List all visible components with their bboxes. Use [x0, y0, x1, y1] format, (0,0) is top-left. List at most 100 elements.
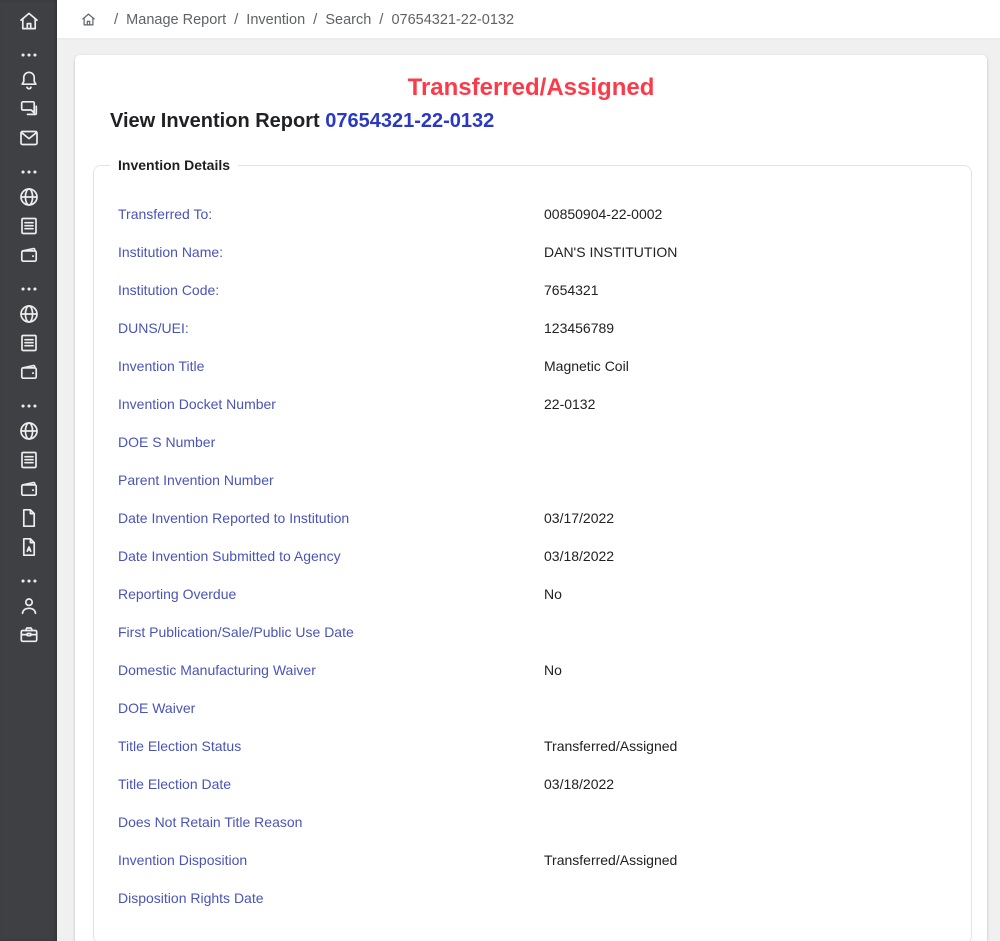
page-title: View Invention Report 07654321-22-0132 [110, 107, 987, 135]
detail-label: Date Invention Submitted to Agency [118, 548, 544, 564]
detail-value: No [544, 586, 971, 602]
detail-label: Invention Docket Number [118, 396, 544, 412]
detail-row: Title Election StatusTransferred/Assigne… [94, 727, 971, 765]
ellipsis-icon[interactable] [0, 571, 57, 591]
breadcrumb-separator: / [234, 11, 238, 28]
detail-label: Transferred To: [118, 206, 544, 222]
globe-icon[interactable] [0, 299, 57, 328]
report-card: Transferred/Assigned View Invention Repo… [75, 55, 987, 941]
sidebar-group [0, 396, 57, 561]
ellipsis-icon[interactable] [0, 162, 57, 182]
detail-label: Parent Invention Number [118, 472, 544, 488]
breadcrumb-separator: / [379, 11, 383, 28]
home-icon[interactable] [80, 11, 97, 28]
detail-row: Does Not Retain Title Reason [94, 803, 971, 841]
sidebar [0, 0, 57, 941]
globe-icon[interactable] [0, 182, 57, 211]
detail-label: Does Not Retain Title Reason [118, 814, 544, 830]
wallet-icon[interactable] [0, 474, 57, 503]
detail-label: Title Election Date [118, 776, 544, 792]
mail-icon[interactable] [0, 123, 57, 152]
document-icon[interactable] [0, 211, 57, 240]
detail-row: DUNS/UEI:123456789 [94, 309, 971, 347]
document-icon[interactable] [0, 445, 57, 474]
detail-value: 7654321 [544, 282, 971, 298]
detail-label: Disposition Rights Date [118, 890, 544, 906]
detail-label: DOE S Number [118, 434, 544, 450]
detail-label: Domestic Manufacturing Waiver [118, 662, 544, 678]
wallet-icon[interactable] [0, 240, 57, 269]
status-banner: Transferred/Assigned [75, 73, 987, 103]
breadcrumb-separator: / [313, 11, 317, 28]
ellipsis-icon[interactable] [0, 279, 57, 299]
detail-value: Transferred/Assigned [544, 852, 971, 868]
wallet-icon[interactable] [0, 357, 57, 386]
breadcrumb-item[interactable]: Manage Report [126, 12, 226, 28]
sidebar-group [0, 571, 57, 649]
breadcrumb-item[interactable]: Search [325, 12, 371, 28]
detail-row: Domestic Manufacturing WaiverNo [94, 651, 971, 689]
detail-row: Institution Code:7654321 [94, 271, 971, 309]
report-number: 07654321-22-0132 [325, 110, 494, 132]
breadcrumb-item: 07654321-22-0132 [391, 12, 514, 28]
detail-label: Date Invention Reported to Institution [118, 510, 544, 526]
detail-row: Transferred To:00850904-22-0002 [94, 195, 971, 233]
detail-value: 03/18/2022 [544, 776, 971, 792]
detail-label: Reporting Overdue [118, 586, 544, 602]
sidebar-group [0, 162, 57, 269]
detail-row: Institution Name:DAN'S INSTITUTION [94, 233, 971, 271]
pdf-file-icon[interactable] [0, 532, 57, 561]
detail-value: Transferred/Assigned [544, 738, 971, 754]
detail-label: First Publication/Sale/Public Use Date [118, 624, 544, 640]
detail-value: DAN'S INSTITUTION [544, 244, 971, 260]
globe-icon[interactable] [0, 416, 57, 445]
breadcrumb-separator: / [114, 11, 118, 28]
ellipsis-icon[interactable] [0, 45, 57, 65]
detail-label: Title Election Status [118, 738, 544, 754]
detail-label: Institution Code: [118, 282, 544, 298]
page-title-text: View Invention Report [110, 110, 320, 132]
detail-value: 22-0132 [544, 396, 971, 412]
detail-rows: Transferred To:00850904-22-0002Instituti… [94, 195, 971, 917]
ellipsis-icon[interactable] [0, 396, 57, 416]
detail-label: Institution Name: [118, 244, 544, 260]
detail-row: Parent Invention Number [94, 461, 971, 499]
detail-row: DOE Waiver [94, 689, 971, 727]
breadcrumb-items: / Manage Report / Invention / Search / 07654321… [106, 11, 514, 28]
app-root: / Manage Report / Invention / Search / 07654321… [0, 0, 1000, 941]
breadcrumb-item[interactable]: Invention [246, 12, 305, 28]
briefcase-icon[interactable] [0, 620, 57, 649]
detail-value: 03/17/2022 [544, 510, 971, 526]
detail-value: 00850904-22-0002 [544, 206, 971, 222]
bell-icon[interactable] [0, 65, 57, 94]
detail-row: Title Election Date03/18/2022 [94, 765, 971, 803]
invention-details-fieldset: Invention Details Transferred To:0085090… [93, 157, 972, 941]
detail-row: Date Invention Reported to Institution03… [94, 499, 971, 537]
detail-label: DUNS/UEI: [118, 320, 544, 336]
detail-value: No [544, 662, 971, 678]
sidebar-group [0, 45, 57, 152]
breadcrumb: / Manage Report / Invention / Search / 07654321… [57, 0, 1000, 38]
detail-label: Invention Disposition [118, 852, 544, 868]
sidebar-nav [0, 0, 57, 649]
person-icon[interactable] [0, 591, 57, 620]
page: Transferred/Assigned View Invention Repo… [57, 38, 1000, 941]
chat-icon[interactable] [0, 94, 57, 123]
invention-details-legend: Invention Details [110, 157, 238, 173]
detail-row: Disposition Rights Date [94, 879, 971, 917]
sidebar-group [0, 6, 57, 35]
detail-row: Invention TitleMagnetic Coil [94, 347, 971, 385]
content-area: / Manage Report / Invention / Search / 07654321… [57, 0, 1000, 941]
detail-label: DOE Waiver [118, 700, 544, 716]
detail-value: 03/18/2022 [544, 548, 971, 564]
home-icon[interactable] [0, 6, 57, 35]
detail-row: Invention Docket Number22-0132 [94, 385, 971, 423]
detail-value: 123456789 [544, 320, 971, 336]
detail-row: DOE S Number [94, 423, 971, 461]
sidebar-group [0, 279, 57, 386]
file-icon[interactable] [0, 503, 57, 532]
detail-row: Date Invention Submitted to Agency03/18/… [94, 537, 971, 575]
detail-row: Invention DispositionTransferred/Assigne… [94, 841, 971, 879]
document-icon[interactable] [0, 328, 57, 357]
detail-label: Invention Title [118, 358, 544, 374]
